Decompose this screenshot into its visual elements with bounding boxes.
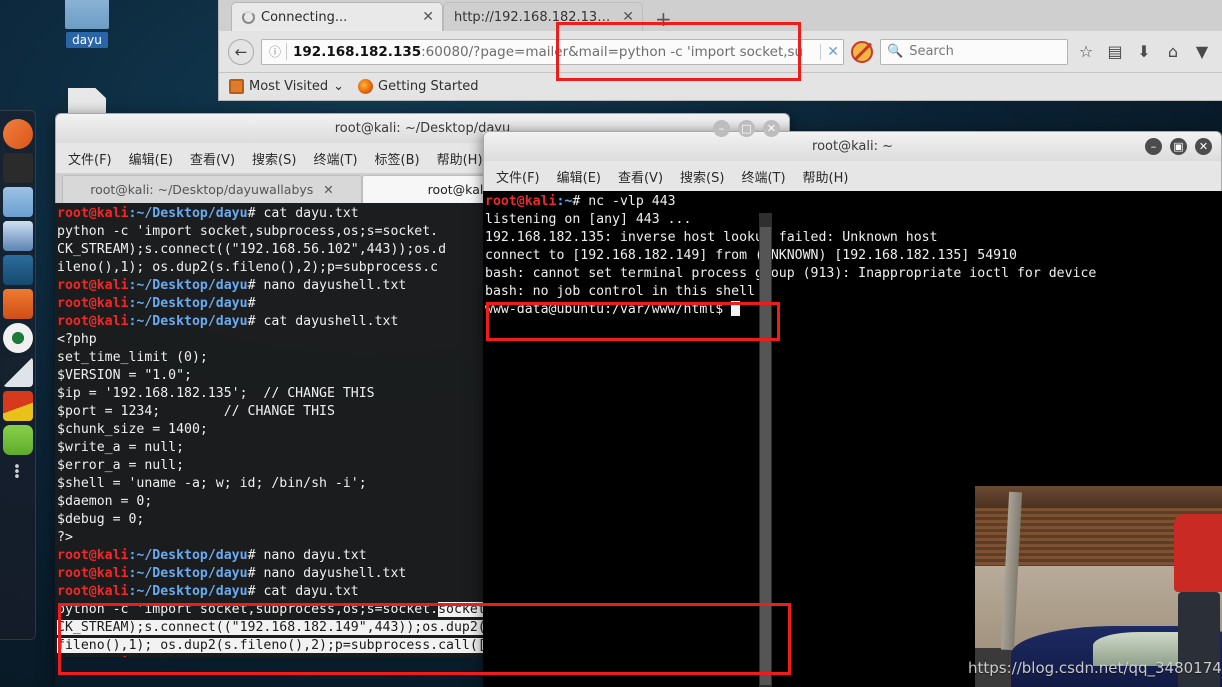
- browser-tab-1-close-icon[interactable]: ✕: [618, 9, 634, 25]
- terminal-tab-0-close-icon[interactable]: ✕: [323, 182, 333, 197]
- launcher-item-files-dark[interactable]: [3, 153, 33, 183]
- identity-info-icon[interactable]: ⓘ: [266, 43, 288, 60]
- remote-shell-prompt[interactable]: www-data@ubuntu:/var/www/html$: [485, 301, 1222, 319]
- noscript-icon[interactable]: [851, 40, 873, 63]
- photo-person-shirt: [1174, 514, 1222, 592]
- url-bar[interactable]: ⓘ 192.168.182.135:60080/?page=mailer&mai…: [261, 38, 844, 65]
- menu-view[interactable]: 查看(V): [190, 149, 235, 168]
- terminal-line: 192.168.182.135: inverse host lookup fai…: [485, 230, 938, 245]
- terminal-line: root@kali:~# nc -vlp 443: [485, 194, 676, 209]
- terminal-left-window-buttons: – □ ✕: [713, 120, 789, 137]
- terminal-line: listening on [any] 443 ...: [485, 212, 692, 227]
- menu-terminal[interactable]: 终端(T): [313, 149, 357, 168]
- launcher-item-documents[interactable]: [3, 221, 33, 251]
- overlay-photo: [975, 486, 1222, 687]
- terminal-line: bash: no job control in this shell: [485, 284, 755, 299]
- menu-file[interactable]: 文件(F): [68, 149, 112, 168]
- launcher-item-burp[interactable]: [3, 391, 33, 421]
- browser-tab-0-title: Connecting...: [261, 9, 348, 25]
- menu-file[interactable]: 文件(F): [496, 167, 540, 186]
- firefox-icon: [358, 79, 374, 94]
- firefox-window: Connecting... ✕ http://192.168.182.135:6…: [218, 0, 1222, 101]
- terminal-line: connect to [192.168.182.149] from (UNKNO…: [485, 248, 1017, 263]
- menu-help[interactable]: 帮助(H): [437, 149, 483, 168]
- bookmark-most-visited-label: Most Visited: [249, 79, 329, 94]
- menu-tabs[interactable]: 标签(B): [375, 149, 420, 168]
- url-rest: :60080/?page=mailer&mail=python -c 'impo…: [421, 43, 804, 60]
- bookmark-getting-started[interactable]: Getting Started: [358, 79, 479, 94]
- url-host: 192.168.182.135: [293, 43, 422, 60]
- menu-view[interactable]: 查看(V): [618, 167, 663, 186]
- bookmark-most-visited[interactable]: Most Visited ⌄: [229, 79, 344, 94]
- launcher-item-notes[interactable]: [3, 425, 33, 455]
- browser-tab-0-close-icon[interactable]: ✕: [418, 9, 434, 25]
- menu-terminal[interactable]: 终端(T): [741, 167, 785, 186]
- most-visited-icon: [229, 79, 244, 94]
- downloads-icon[interactable]: ⬇: [1133, 42, 1155, 61]
- menu-help[interactable]: 帮助(H): [803, 167, 849, 186]
- close-button[interactable]: ✕: [1195, 138, 1212, 155]
- browser-tab-0[interactable]: Connecting... ✕: [231, 2, 443, 31]
- maximize-button[interactable]: □: [738, 120, 755, 137]
- launcher-item-libreoffice-impress[interactable]: [3, 289, 33, 319]
- terminal-line: bash: cannot set terminal process group …: [485, 266, 1097, 281]
- terminal-right-titlebar[interactable]: root@kali: ~ – ▣ ✕: [483, 131, 1222, 161]
- browser-navbar: ← ⓘ 192.168.182.135:60080/?page=mailer&m…: [219, 31, 1222, 73]
- home-icon[interactable]: ⌂: [1162, 42, 1184, 61]
- launcher-item-ubuntu-dash[interactable]: [3, 119, 33, 149]
- pocket-icon[interactable]: ▼: [1191, 42, 1213, 61]
- bookmark-getting-started-label: Getting Started: [378, 79, 479, 94]
- maximize-button[interactable]: ▣: [1170, 138, 1187, 155]
- terminal-right-title: root@kali: ~: [812, 139, 893, 154]
- terminal-scrollbar[interactable]: ▲: [759, 213, 772, 687]
- launcher-item-file-manager[interactable]: [3, 187, 33, 217]
- search-placeholder: Search: [909, 44, 954, 59]
- close-button[interactable]: ✕: [763, 120, 780, 137]
- new-tab-button[interactable]: +: [643, 9, 682, 31]
- terminal-tab-dayuwallabys[interactable]: root@kali: ~/Desktop/dayuwallabys ✕: [62, 175, 362, 203]
- terminal-right-menubar: 文件(F) 编辑(E) 查看(V) 搜索(S) 终端(T) 帮助(H): [483, 161, 1222, 191]
- unity-launcher[interactable]: • • •: [0, 110, 36, 640]
- minimize-button[interactable]: –: [1145, 138, 1162, 155]
- terminal-right-window-buttons: – ▣ ✕: [1145, 138, 1221, 155]
- library-icon[interactable]: ▤: [1104, 42, 1126, 61]
- back-button[interactable]: ←: [228, 38, 254, 65]
- desktop-root: dayu • • • Connecting... ✕ http://192.16…: [0, 0, 1222, 687]
- url-clear-icon[interactable]: ✕: [820, 43, 839, 60]
- browser-tab-1[interactable]: http://192.168.182.135:6... ✕: [443, 2, 643, 31]
- chevron-down-icon[interactable]: ⌄: [333, 79, 344, 94]
- watermark-text: https://blog.csdn.net/qq_34801745: [968, 659, 1222, 677]
- scrollbar-thumb[interactable]: [760, 227, 771, 685]
- browser-tab-1-title: http://192.168.182.135:6...: [454, 9, 612, 25]
- menu-search[interactable]: 搜索(S): [252, 149, 296, 168]
- menu-edit[interactable]: 编辑(E): [129, 149, 173, 168]
- menu-edit[interactable]: 编辑(E): [557, 167, 601, 186]
- desktop-icon-dayu[interactable]: dayu: [52, 0, 122, 48]
- launcher-item-software-center[interactable]: [3, 255, 33, 285]
- search-icon: 🔍: [887, 44, 904, 59]
- menu-search[interactable]: 搜索(S): [680, 167, 724, 186]
- search-input[interactable]: 🔍 Search: [880, 38, 1068, 65]
- minimize-button[interactable]: –: [713, 120, 730, 137]
- loading-throbber-icon: [242, 10, 255, 24]
- desktop-icon-label: dayu: [66, 32, 108, 48]
- bookmarks-bar: Most Visited ⌄ Getting Started: [219, 73, 1222, 101]
- terminal-tab-0-label: root@kali: ~/Desktop/dayuwallabys: [90, 182, 314, 197]
- launcher-item-disc[interactable]: [3, 323, 33, 353]
- folder-icon: [65, 0, 109, 29]
- browser-tabbar: Connecting... ✕ http://192.168.182.135:6…: [219, 0, 1222, 31]
- url-text: 192.168.182.135:60080/?page=mailer&mail=…: [293, 44, 816, 60]
- launcher-item-terminal[interactable]: [3, 357, 33, 387]
- launcher-overflow-icon[interactable]: • • •: [0, 461, 35, 484]
- bookmark-star-icon[interactable]: ☆: [1075, 42, 1097, 61]
